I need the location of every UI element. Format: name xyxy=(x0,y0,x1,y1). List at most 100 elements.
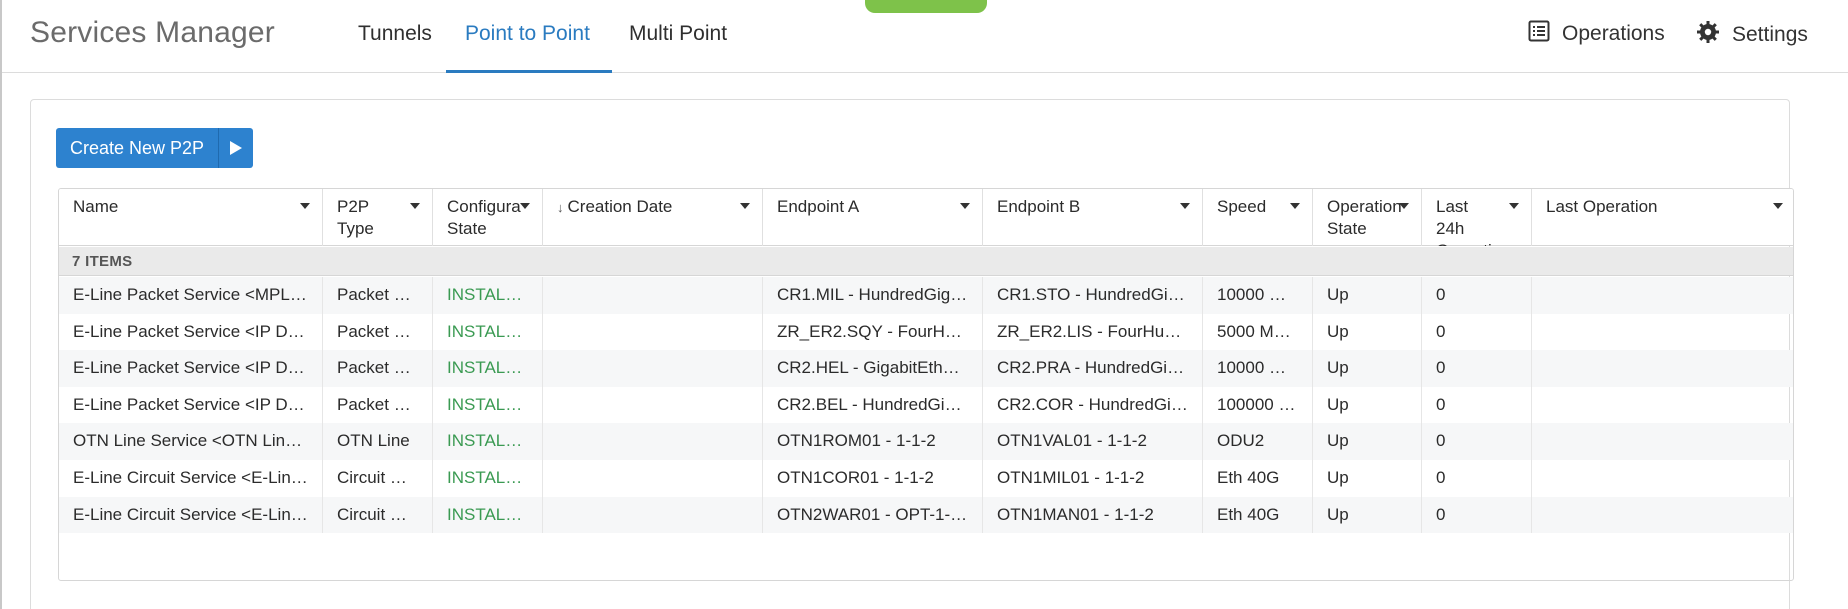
table-row[interactable]: E-Line Circuit Service <E-Lin… Circuit E…… xyxy=(59,460,1793,497)
cell-endpoint-a: OTN1COR01 - 1-1-2 xyxy=(763,460,983,497)
cell-creation-date xyxy=(543,496,763,534)
cell-speed: ODU2 xyxy=(1203,423,1313,460)
create-p2p-label: Create New P2P xyxy=(56,128,220,168)
cell-last-operation xyxy=(1532,387,1793,424)
cell-operation-state: Up xyxy=(1313,460,1422,497)
column-header-endpoint-b[interactable]: Endpoint B xyxy=(983,189,1203,246)
column-header-last-operation[interactable]: Last Operation xyxy=(1532,189,1793,246)
cell-speed: 10000 M… xyxy=(1203,277,1313,314)
column-menu-icon[interactable] xyxy=(520,203,530,209)
cell-config-state: INSTALL… xyxy=(433,313,543,351)
cell-operation-state: Up xyxy=(1313,423,1422,460)
column-menu-icon[interactable] xyxy=(1180,203,1190,209)
column-header-endpoint-a[interactable]: Endpoint A xyxy=(763,189,983,246)
column-menu-icon[interactable] xyxy=(1509,203,1519,209)
cell-endpoint-b: CR1.STO - HundredGi… xyxy=(983,277,1203,314)
cell-creation-date xyxy=(543,460,763,497)
column-menu-icon[interactable] xyxy=(960,203,970,209)
p2p-services-grid: Name P2P Type Configura State ↓ Creation … xyxy=(58,188,1794,581)
cell-name: E-Line Packet Service <IP D… xyxy=(59,350,323,387)
cell-p2p-type: Circuit E… xyxy=(323,460,433,497)
column-header-p2p-type[interactable]: P2P Type xyxy=(323,189,433,246)
cell-creation-date xyxy=(543,386,763,424)
cell-operation-state: Up xyxy=(1313,386,1422,424)
cell-speed: Eth 40G xyxy=(1203,460,1313,497)
cell-last-24h: 0 xyxy=(1422,496,1532,534)
cell-config-state: INSTALL… xyxy=(433,496,543,534)
sort-down-icon: ↓ xyxy=(557,200,564,215)
cell-last-24h: 0 xyxy=(1422,313,1532,351)
cell-p2p-type: Packet … xyxy=(323,350,433,387)
top-bar: Services Manager Tunnels Point to Point … xyxy=(2,0,1848,73)
column-menu-icon[interactable] xyxy=(1773,203,1783,209)
cell-last-24h: 0 xyxy=(1422,423,1532,460)
cell-creation-date xyxy=(543,313,763,351)
column-header-operation-state[interactable]: Operation State xyxy=(1313,189,1422,246)
settings-label: Settings xyxy=(1732,23,1808,46)
cell-creation-date xyxy=(543,277,763,314)
column-menu-icon[interactable] xyxy=(1290,203,1300,209)
gear-icon xyxy=(1696,20,1720,50)
tab-tunnels[interactable]: Tunnels xyxy=(358,22,432,46)
cell-last-24h: 0 xyxy=(1422,350,1532,387)
operations-button[interactable]: Operations xyxy=(1528,20,1665,48)
table-row[interactable]: E-Line Packet Service <MPL… Packet … INSTA… xyxy=(59,277,1793,314)
cell-speed: 10000 M… xyxy=(1203,350,1313,387)
column-header-creation-date[interactable]: ↓ Creation Date xyxy=(543,189,763,246)
table-row[interactable]: E-Line Packet Service <IP D… Packet … INST… xyxy=(59,313,1793,351)
column-header-speed[interactable]: Speed xyxy=(1203,189,1313,246)
column-header-name[interactable]: Name xyxy=(59,189,323,246)
app-title: Services Manager xyxy=(30,16,275,49)
cell-speed: 5000 Mb… xyxy=(1203,313,1313,351)
create-p2p-button[interactable]: Create New P2P xyxy=(56,128,254,168)
cell-operation-state: Up xyxy=(1313,277,1422,314)
column-menu-icon[interactable] xyxy=(1399,203,1409,209)
cell-endpoint-b: ZR_ER2.LIS - FourHun… xyxy=(983,313,1203,351)
table-row[interactable]: E-Line Circuit Service <E-Lin… Circuit E…… xyxy=(59,496,1793,534)
cell-name: OTN Line Service <OTN Line… xyxy=(59,423,323,460)
column-header-last-24h[interactable]: Last 24h Operation xyxy=(1422,189,1532,246)
cell-last-operation xyxy=(1532,314,1793,351)
table-row[interactable]: OTN Line Service <OTN Line… OTN Line INSTA… xyxy=(59,423,1793,460)
grid-header: Name P2P Type Configura State ↓ Creation … xyxy=(59,189,1793,246)
tab-point-to-point[interactable]: Point to Point xyxy=(465,22,590,46)
cell-creation-date xyxy=(543,423,763,460)
table-row[interactable]: E-Line Packet Service <IP D… Packet … INST… xyxy=(59,350,1793,387)
cell-config-state: INSTALL… xyxy=(433,386,543,424)
column-menu-icon[interactable] xyxy=(410,203,420,209)
cell-operation-state: Up xyxy=(1313,350,1422,387)
cell-endpoint-b: OTN1MIL01 - 1-1-2 xyxy=(983,460,1203,497)
cell-p2p-type: Packet … xyxy=(323,313,433,351)
cell-speed: Eth 40G xyxy=(1203,496,1313,534)
cell-name: E-Line Circuit Service <E-Lin… xyxy=(59,460,323,497)
column-header-config-state[interactable]: Configura State xyxy=(433,189,543,246)
cell-last-24h: 0 xyxy=(1422,277,1532,314)
play-arrow-icon[interactable] xyxy=(219,128,253,168)
cell-config-state: INSTALL… xyxy=(433,350,543,387)
column-menu-icon[interactable] xyxy=(300,203,310,209)
group-row-count: 7 ITEMS xyxy=(59,247,1793,276)
cell-name: E-Line Packet Service <IP D… xyxy=(59,313,323,351)
cell-endpoint-a: ZR_ER2.SQY - FourHu… xyxy=(763,313,983,351)
cell-last-operation xyxy=(1532,460,1793,497)
table-row[interactable]: E-Line Packet Service <IP D… Packet … INST… xyxy=(59,386,1793,424)
operations-label: Operations xyxy=(1562,22,1665,45)
settings-button[interactable]: Settings xyxy=(1696,20,1808,50)
cell-endpoint-a: CR1.MIL - HundredGig… xyxy=(763,277,983,314)
cell-last-operation xyxy=(1532,423,1793,460)
tab-multi-point[interactable]: Multi Point xyxy=(629,22,727,46)
cell-config-state: INSTALL… xyxy=(433,460,543,497)
app-window: Services Manager Tunnels Point to Point … xyxy=(0,0,1848,609)
cell-p2p-type: OTN Line xyxy=(323,423,433,460)
cell-endpoint-b: CR2.COR - HundredGi… xyxy=(983,386,1203,424)
cell-p2p-type: Packet … xyxy=(323,386,433,424)
cell-name: E-Line Circuit Service <E-Lin… xyxy=(59,496,323,534)
cell-p2p-type: Packet … xyxy=(323,277,433,314)
cell-last-24h: 0 xyxy=(1422,386,1532,424)
cell-endpoint-b: OTN1MAN01 - 1-1-2 xyxy=(983,496,1203,534)
cell-last-operation xyxy=(1532,277,1793,314)
cell-creation-date xyxy=(543,350,763,387)
column-menu-icon[interactable] xyxy=(740,203,750,209)
cell-config-state: INSTALL… xyxy=(433,277,543,314)
active-tab-indicator xyxy=(446,70,612,73)
